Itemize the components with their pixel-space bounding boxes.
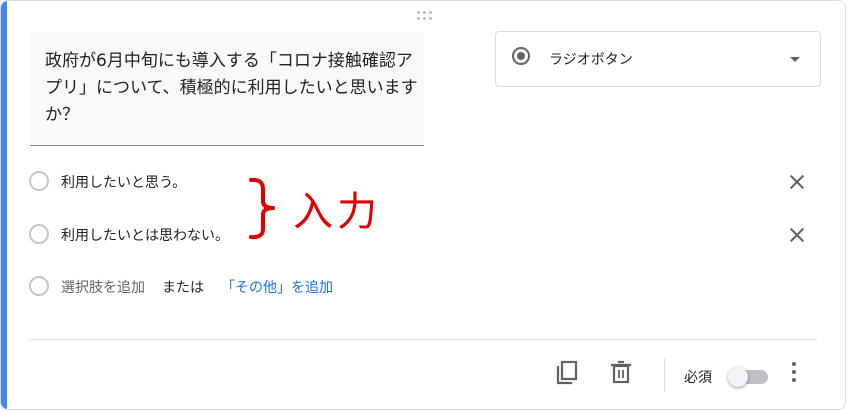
more-vert-icon[interactable] xyxy=(782,359,806,385)
required-label: 必須 xyxy=(684,370,712,386)
copy-icon[interactable] xyxy=(553,358,581,386)
option-row: 利用したいと思う。 xyxy=(29,170,819,194)
footer-divider xyxy=(29,339,817,340)
question-title-field[interactable]: 政府が6月中旬にも導入する「コロナ接触確認アプリ」について、積極的に利用したいと… xyxy=(30,32,424,146)
option-text[interactable]: 利用したいと思う。 xyxy=(61,172,186,192)
question-type-label: ラジオボタン xyxy=(549,52,633,68)
radio-circle-icon xyxy=(29,171,49,191)
option-row: 利用したいとは思わない。 xyxy=(29,223,819,247)
remove-option-button[interactable] xyxy=(785,223,809,247)
annotation-text: 入力 xyxy=(293,189,381,235)
add-other-button[interactable]: 「その他」を追加 xyxy=(221,277,333,297)
remove-option-button[interactable] xyxy=(785,170,809,194)
dropdown-arrow-icon xyxy=(790,57,800,62)
trash-icon[interactable] xyxy=(607,358,635,386)
question-card: 政府が6月中旬にも導入する「コロナ接触確認アプリ」について、積極的に利用したいと… xyxy=(0,0,846,410)
required-toggle[interactable] xyxy=(728,367,768,387)
input-annotation: 入力 xyxy=(249,177,381,240)
drag-handle-icon[interactable] xyxy=(415,9,435,23)
radio-button-icon xyxy=(512,47,530,65)
footer-vertical-divider xyxy=(664,358,665,392)
add-option-button[interactable]: 選択肢を追加 xyxy=(61,277,145,297)
add-option-row: 選択肢を追加 または 「その他」を追加 xyxy=(29,275,819,299)
active-accent-bar xyxy=(1,1,7,409)
radio-circle-icon xyxy=(29,224,49,244)
toggle-thumb xyxy=(728,367,748,387)
radio-circle-icon xyxy=(29,276,49,296)
question-title-text: 政府が6月中旬にも導入する「コロナ接触確認アプリ」について、積極的に利用したいと… xyxy=(45,51,418,125)
annotation-brace-icon xyxy=(249,177,275,240)
or-label: または xyxy=(162,280,204,296)
option-text[interactable]: 利用したいとは思わない。 xyxy=(61,225,229,245)
question-type-dropdown[interactable]: ラジオボタン xyxy=(495,31,821,87)
